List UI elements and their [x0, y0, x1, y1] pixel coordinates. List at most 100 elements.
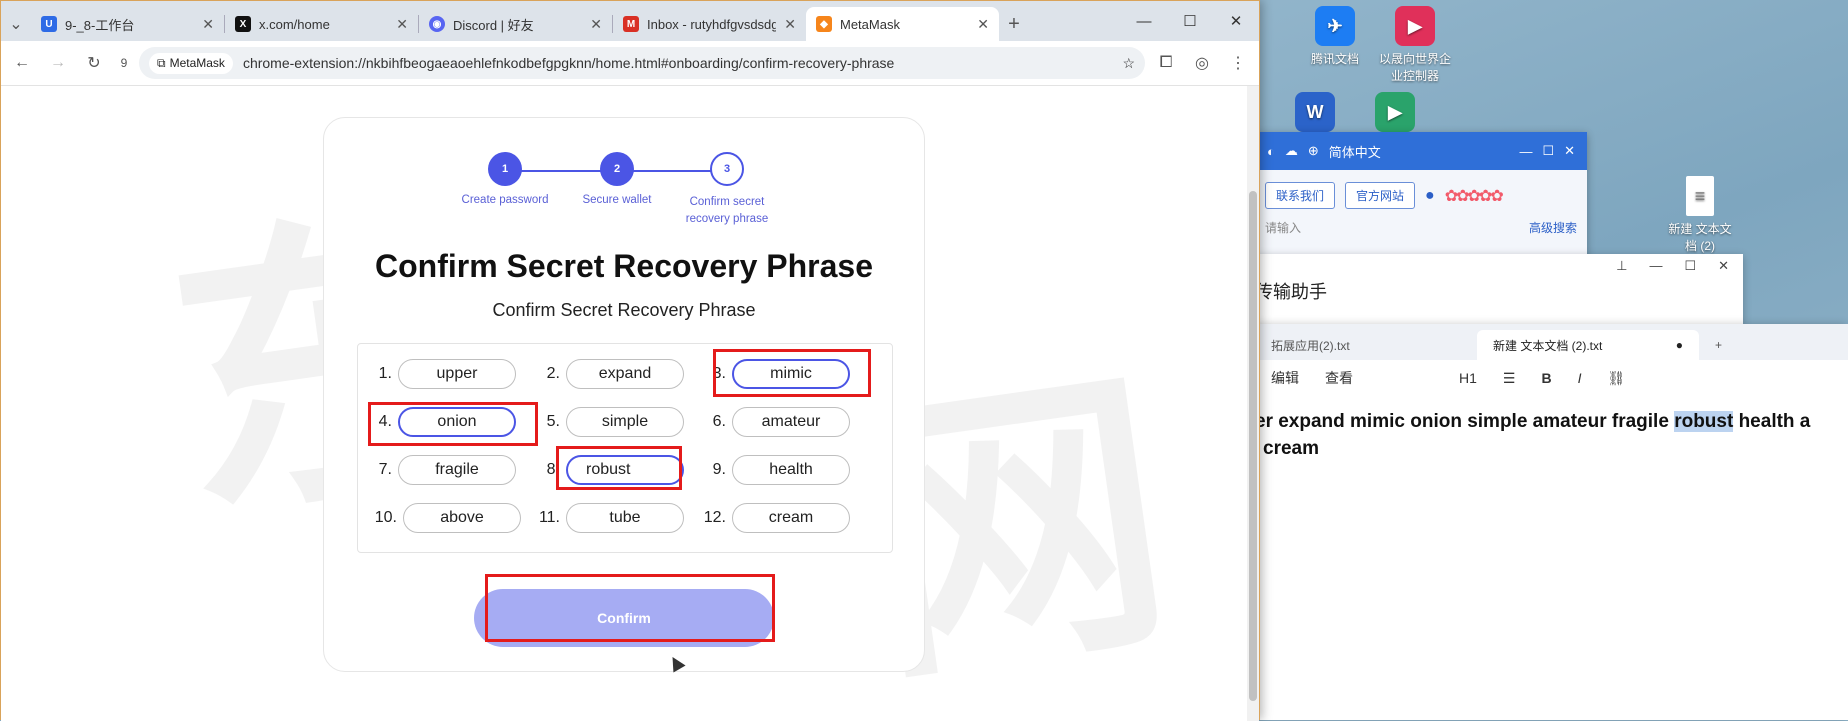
- close-tab-icon[interactable]: ✕: [396, 16, 408, 33]
- desktop-icon-player[interactable]: ▶: [1350, 92, 1440, 136]
- maximize-icon[interactable]: ☐: [1684, 258, 1696, 274]
- app-icon: ▶: [1395, 6, 1435, 46]
- text-line: er expand mimic onion simple amateur fra…: [1255, 411, 1675, 432]
- minimize-icon[interactable]: —: [1121, 1, 1167, 41]
- confirm-button[interactable]: Confirm: [474, 589, 774, 647]
- progress-steps: 1 Create password 2 Secure wallet 3 Conf…: [324, 152, 924, 232]
- step-label: Confirm secret recovery phrase: [685, 196, 769, 225]
- metamask-card: 1 Create password 2 Secure wallet 3 Conf…: [323, 117, 925, 672]
- phrase-word-8[interactable]: 8. robust: [526, 454, 684, 486]
- word-number: 6.: [712, 413, 726, 430]
- helper-title: 传输助手: [1255, 282, 1327, 302]
- contact-button[interactable]: 联系我们: [1265, 182, 1336, 209]
- phrase-word-7: 7. fragile: [358, 454, 516, 486]
- document-text[interactable]: er expand mimic onion simple amateur fra…: [1255, 396, 1848, 462]
- phrase-word-4[interactable]: 4. onion: [358, 406, 516, 438]
- word-input[interactable]: onion: [398, 407, 516, 437]
- link-icon[interactable]: ⛓: [1607, 370, 1625, 387]
- text-file-icon: ≡: [1686, 176, 1714, 216]
- tab-gmail[interactable]: M Inbox - rutyhdfgvsdsdgd ✕: [613, 7, 806, 41]
- maximize-icon[interactable]: ☐: [1542, 143, 1554, 159]
- phrase-word-5: 5. simple: [526, 406, 684, 438]
- tab-inactive[interactable]: 拓展应用(2).txt: [1255, 330, 1477, 360]
- desktop-icon-app[interactable]: ▶ 以晟向世界企业控制器: [1370, 6, 1460, 84]
- maximize-icon[interactable]: ☐: [1167, 1, 1213, 41]
- scrollbar-thumb[interactable]: [1249, 191, 1257, 701]
- tab-search-icon[interactable]: ⌄: [1, 7, 31, 41]
- close-icon[interactable]: ✕: [1718, 258, 1729, 274]
- extension-count[interactable]: 9: [115, 48, 133, 78]
- phrase-word-10: 10. above: [363, 502, 521, 534]
- tencent-docs-icon: ✈: [1315, 6, 1355, 46]
- phrase-word-11: 11. tube: [526, 502, 684, 534]
- word-number: 8.: [546, 461, 560, 478]
- minimize-icon[interactable]: —: [1649, 258, 1662, 274]
- chat-icon[interactable]: ☁: [1285, 143, 1298, 159]
- website-button[interactable]: 官方网站: [1345, 182, 1416, 209]
- phrase-word-2: 2. expand: [526, 358, 684, 390]
- word-chip: above: [403, 503, 521, 533]
- minimize-icon[interactable]: —: [1519, 144, 1532, 159]
- word-number: 5.: [546, 413, 560, 430]
- profile-icon[interactable]: ◎: [1187, 48, 1217, 78]
- italic-button[interactable]: I: [1578, 370, 1582, 386]
- tab-x[interactable]: X x.com/home ✕: [225, 7, 418, 41]
- toggle-icon[interactable]: ◐: [1267, 144, 1275, 159]
- user-icon[interactable]: ●: [1425, 187, 1435, 205]
- url-text[interactable]: chrome-extension://nkbihfbeogaeaoehlefnk…: [243, 55, 1113, 71]
- close-tab-icon[interactable]: ✕: [784, 16, 796, 33]
- tab-active[interactable]: 新建 文本文档 (2).txt ●: [1477, 330, 1699, 360]
- phrase-word-1: 1. upper: [358, 358, 516, 390]
- globe-icon: ⊕: [1307, 143, 1319, 158]
- close-icon[interactable]: ✕: [1213, 1, 1259, 41]
- phrase-word-3[interactable]: 3. mimic: [692, 358, 850, 390]
- recovery-phrase-grid: 1. upper 2. expand 3. mimic 4. onion 5. simpl…: [357, 343, 893, 553]
- pin-icon[interactable]: ⊥: [1616, 258, 1627, 274]
- emoji-decor-icon: ✿✿✿✿✿: [1444, 187, 1504, 205]
- forward-arrow-icon[interactable]: →: [43, 48, 73, 78]
- x-logo-icon: X: [235, 16, 251, 32]
- tab-workbench[interactable]: U 9-_8-工作台 ✕: [31, 7, 224, 41]
- list-icon[interactable]: ☰: [1503, 370, 1516, 387]
- word-chip: cream: [732, 503, 850, 533]
- discord-icon: ◉: [429, 16, 445, 32]
- new-tab-button[interactable]: +: [1699, 330, 1738, 360]
- menu-view[interactable]: 查看: [1325, 368, 1353, 388]
- back-arrow-icon[interactable]: ←: [7, 48, 37, 78]
- advanced-search-link[interactable]: 高级搜索: [1529, 219, 1577, 236]
- more-menu-icon[interactable]: ⋮: [1223, 48, 1253, 78]
- extensions-puzzle-icon[interactable]: ⧠: [1151, 48, 1181, 78]
- desktop-icon-label: 腾讯文档: [1310, 52, 1359, 66]
- desktop-icon-word[interactable]: W: [1270, 92, 1360, 136]
- bookmark-star-icon[interactable]: ☆: [1122, 55, 1135, 72]
- menu-edit[interactable]: 编辑: [1271, 368, 1299, 388]
- step-3: 3 Confirm secret recovery phrase: [667, 152, 787, 228]
- desktop-icon-text-file[interactable]: ≡ 新建 文本文档 (2): [1655, 176, 1745, 254]
- close-icon[interactable]: ✕: [1564, 143, 1575, 159]
- word-number: 10.: [374, 509, 397, 526]
- language-select[interactable]: 简体中文: [1329, 142, 1381, 161]
- word-input[interactable]: robust: [566, 455, 684, 485]
- tab-title: MetaMask: [840, 16, 900, 32]
- close-tab-icon[interactable]: ✕: [202, 16, 214, 33]
- close-tab-icon[interactable]: ✕: [590, 16, 602, 33]
- word-number: 9.: [712, 461, 726, 478]
- step-1: 1 Create password: [445, 152, 565, 206]
- desktop-icon-tencent-docs[interactable]: ✈ 腾讯文档: [1290, 6, 1380, 67]
- bold-button[interactable]: B: [1541, 370, 1551, 386]
- word-input[interactable]: mimic: [732, 359, 850, 389]
- word-number: 1.: [378, 365, 392, 382]
- search-input[interactable]: 请输入: [1265, 219, 1301, 236]
- close-tab-icon[interactable]: ✕: [977, 16, 989, 33]
- tab-discord[interactable]: ◉ Discord | 好友 ✕: [419, 7, 612, 41]
- step-label: Secure wallet: [582, 194, 652, 206]
- gmail-icon: M: [623, 16, 639, 32]
- new-tab-button[interactable]: +: [999, 7, 1029, 41]
- heading-select[interactable]: H1: [1459, 370, 1477, 386]
- tab-metamask[interactable]: ◆ MetaMask ✕: [806, 7, 999, 41]
- text-line: cream: [1263, 438, 1319, 459]
- site-chip[interactable]: ⧉ MetaMask: [149, 52, 233, 74]
- address-bar[interactable]: ⧉ MetaMask chrome-extension://nkbihfbeoga…: [139, 47, 1145, 79]
- scrollbar[interactable]: [1247, 86, 1259, 721]
- reload-icon[interactable]: ↻: [79, 48, 109, 78]
